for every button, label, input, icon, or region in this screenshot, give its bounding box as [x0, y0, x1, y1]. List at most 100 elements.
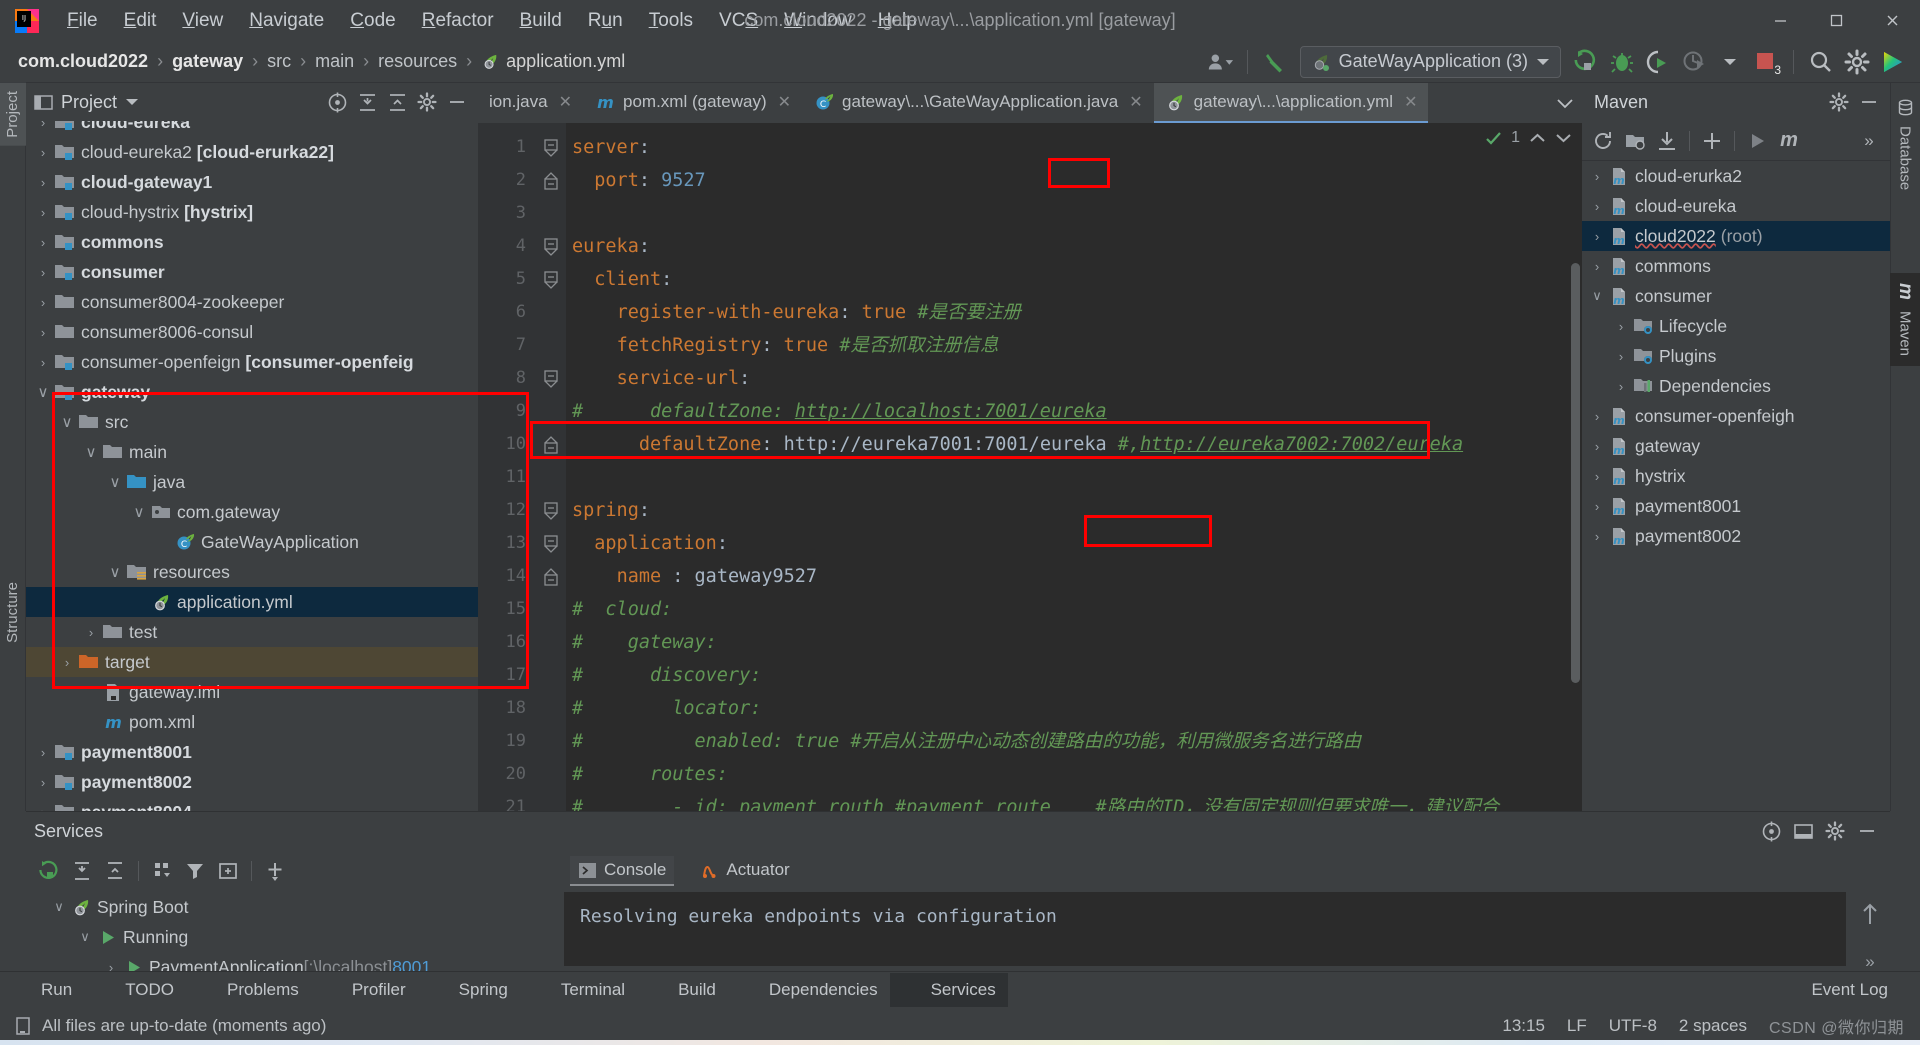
run-icon[interactable] [1569, 46, 1603, 78]
editor-tab[interactable]: gateway\...\application.yml ✕ [1153, 83, 1429, 123]
project-tree-row[interactable]: › cloud-gateway1 [26, 167, 478, 197]
filter-icon[interactable] [180, 857, 210, 885]
chevron-right-icon[interactable]: › [1586, 169, 1608, 184]
maven-hide-button[interactable] [1854, 88, 1884, 116]
tool-tab-database[interactable]: Database [1890, 89, 1920, 200]
menu-run[interactable]: Run [575, 7, 636, 35]
project-tree-row[interactable]: › consumer-openfeign [consumer-openfeig [26, 347, 478, 377]
fold-marker[interactable] [536, 494, 566, 527]
maven-more-icon[interactable]: » [1854, 127, 1884, 155]
chevron-right-icon[interactable]: › [1586, 199, 1608, 214]
project-tree-row[interactable]: › consumer [26, 257, 478, 287]
chevron-down-icon[interactable]: ∨ [56, 413, 78, 431]
select-opened-file-button[interactable] [322, 88, 352, 116]
maven-tree-row[interactable]: › m cloud-eureka [1582, 191, 1890, 221]
project-tree-row[interactable]: ∨ resources [26, 557, 478, 587]
project-tree-row[interactable]: ∨ main [26, 437, 478, 467]
project-tree-row[interactable]: › target [26, 647, 478, 677]
menu-code[interactable]: Code [337, 7, 408, 35]
code-editor[interactable]: 1 2 3 4 5 6 7 8 9 10 11 12 13 14 15 16 17 18 19 20 21 server… [478, 123, 1582, 811]
project-scope-chevron-icon[interactable] [125, 97, 139, 107]
close-tab-icon[interactable]: ✕ [559, 92, 572, 112]
breadcrumb-item-0[interactable]: com.cloud2022 [12, 48, 154, 75]
chevron-right-icon[interactable]: › [80, 625, 102, 640]
project-tree-row[interactable]: ∨ gateway [26, 377, 478, 407]
breadcrumb-item-3[interactable]: main [309, 48, 360, 75]
maven-goal-icon[interactable]: m [1774, 127, 1804, 155]
chevron-right-icon[interactable]: › [1586, 229, 1608, 244]
project-tree-row[interactable]: › cloud-eureka [26, 121, 478, 137]
project-tree-row[interactable]: › cloud-hystrix [hystrix] [26, 197, 478, 227]
maven-tree-row[interactable]: › m cloud-erurka2 [1582, 161, 1890, 191]
maven-tree-row[interactable]: ∨ m consumer [1582, 281, 1890, 311]
debug-icon[interactable] [1605, 46, 1639, 78]
project-tree-row[interactable]: ∨ src [26, 407, 478, 437]
breadcrumb-item-2[interactable]: src [261, 48, 297, 75]
tool-tab-structure[interactable]: Structure [0, 574, 26, 651]
tab-actuator[interactable]: Actuator [692, 856, 797, 886]
maven-settings-button[interactable] [1824, 88, 1854, 116]
maven-tree-row[interactable]: › m payment8001 [1582, 491, 1890, 521]
services-hide-icon[interactable] [1852, 817, 1882, 845]
console-output[interactable]: Resolving eureka endpoints via configura… [564, 892, 1846, 966]
fold-marker[interactable] [536, 362, 566, 395]
fold-marker[interactable] [536, 263, 566, 296]
maximize-button[interactable] [1808, 0, 1864, 41]
chevron-down-icon[interactable]: ∨ [128, 503, 150, 521]
profiler-dropdown-icon[interactable] [1713, 46, 1747, 78]
chevron-down-icon[interactable]: ∨ [1586, 288, 1608, 304]
chevron-down-icon[interactable]: ∨ [104, 473, 126, 491]
chevron-right-icon[interactable]: › [1586, 499, 1608, 514]
fold-marker[interactable] [536, 131, 566, 164]
minimize-button[interactable] [1752, 0, 1808, 41]
project-tree-row[interactable]: › test [26, 617, 478, 647]
add-service-icon[interactable] [260, 857, 290, 885]
editor-scrollbar-thumb[interactable] [1571, 263, 1580, 683]
project-file-tree[interactable]: › cloud-eureka › cloud-eureka2 [cloud-erurk… [26, 121, 478, 811]
chevron-right-icon[interactable]: › [32, 145, 54, 160]
chevron-right-icon[interactable]: › [32, 355, 54, 370]
chevron-right-icon[interactable]: › [32, 745, 54, 760]
reload-icon[interactable] [1588, 127, 1618, 155]
chevron-right-icon[interactable]: › [32, 175, 54, 190]
add-icon[interactable] [1697, 127, 1727, 155]
show-in-new-window-icon[interactable] [213, 857, 243, 885]
chevron-down-icon[interactable]: ∨ [32, 383, 54, 401]
scroll-up-icon[interactable] [1860, 902, 1880, 926]
chevron-down-icon[interactable]: ∨ [104, 563, 126, 581]
chevron-right-icon[interactable]: › [32, 235, 54, 250]
chevron-right-icon[interactable]: › [32, 295, 54, 310]
close-tab-icon[interactable]: ✕ [778, 92, 791, 112]
chevron-right-icon[interactable]: › [1586, 259, 1608, 274]
status-encoding[interactable]: UTF-8 [1609, 1016, 1657, 1036]
collapse-all-button[interactable] [382, 88, 412, 116]
breadcrumb-item-4[interactable]: resources [372, 48, 463, 75]
services-settings-icon[interactable] [1820, 817, 1850, 845]
maven-run-icon[interactable] [1742, 127, 1772, 155]
chevron-down-icon[interactable]: ∨ [74, 929, 96, 945]
event-log-button[interactable]: Event Log [1770, 973, 1900, 1007]
search-icon[interactable] [1804, 46, 1838, 78]
services-tree-row[interactable]: ∨ Spring Boot [26, 892, 556, 922]
menu-vcs[interactable]: VCS [706, 7, 771, 35]
stop-icon[interactable]: 3 [1749, 46, 1783, 78]
editor-tab-list-icon[interactable] [1548, 83, 1582, 123]
rerun-icon[interactable] [34, 857, 64, 885]
menu-file[interactable]: File [54, 7, 111, 35]
fold-marker[interactable] [536, 230, 566, 263]
menu-navigate[interactable]: Navigate [236, 7, 337, 35]
bottom-tab-services[interactable]: Services [889, 972, 1008, 1007]
run-configuration-selector[interactable]: GateWayApplication (3) [1299, 45, 1561, 78]
bottom-tab-build[interactable]: Build [637, 973, 728, 1007]
services-tree[interactable]: ∨ Spring Boot ∨ Running › PaymentApplication … [26, 892, 556, 982]
bottom-tab-profiler[interactable]: Profiler [311, 973, 418, 1007]
chevron-right-icon[interactable]: › [32, 775, 54, 790]
project-tree-row[interactable]: m pom.xml [26, 707, 478, 737]
maven-tree-row[interactable]: › m commons [1582, 251, 1890, 281]
bottom-tab-run[interactable]: Run [0, 973, 84, 1007]
maven-tree-row[interactable]: › m hystrix [1582, 461, 1890, 491]
expand-all-button[interactable] [352, 88, 382, 116]
expand-all-icon[interactable] [67, 857, 97, 885]
services-layout-icon[interactable] [1788, 817, 1818, 845]
bottom-tab-todo[interactable]: TODO [84, 973, 186, 1007]
